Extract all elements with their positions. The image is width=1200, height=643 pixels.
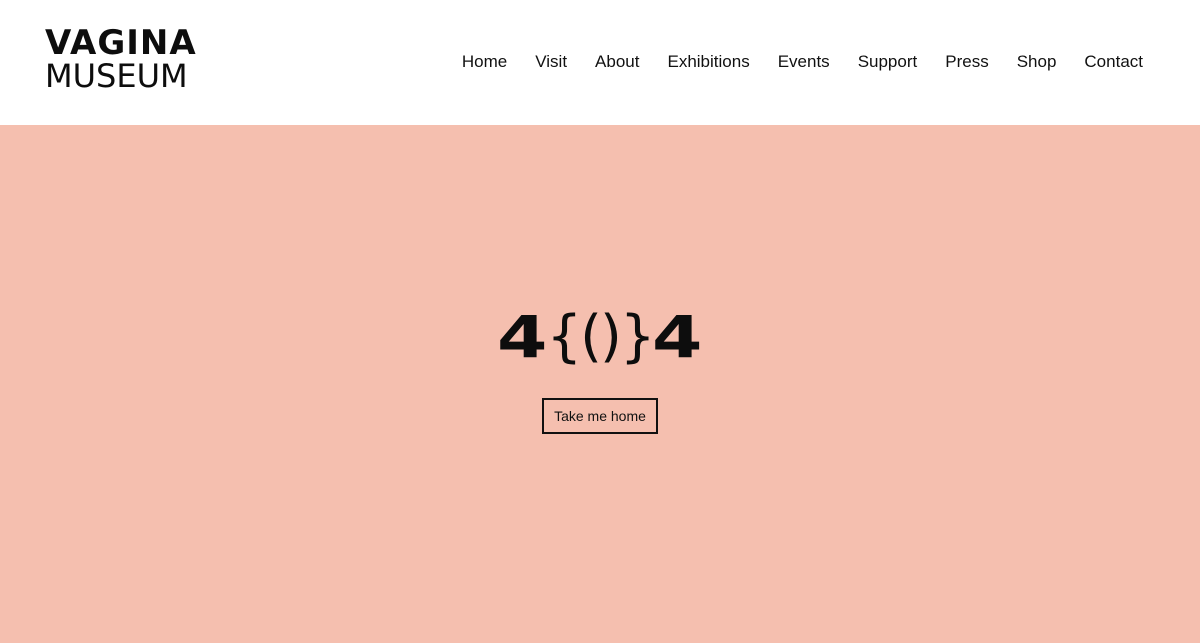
logo-line-museum: MUSEUM — [45, 57, 188, 95]
nav-item-visit[interactable]: Visit — [535, 50, 567, 74]
error-bracket-symbol: {()} — [546, 304, 656, 369]
nav-item-exhibitions[interactable]: Exhibitions — [667, 50, 749, 74]
error-code-404: 4{()}4 — [0, 303, 1200, 371]
nav-item-home[interactable]: Home — [462, 50, 507, 74]
main-navigation: Home Visit About Exhibitions Events Supp… — [462, 50, 1143, 74]
nav-item-events[interactable]: Events — [778, 50, 830, 74]
nav-item-shop[interactable]: Shop — [1017, 50, 1057, 74]
error-digit-left: 4 — [497, 303, 548, 371]
site-logo[interactable]: VAGINA MUSEUM — [45, 26, 205, 93]
nav-item-about[interactable]: About — [595, 50, 639, 74]
error-section: 4{()}4 Take me home — [0, 125, 1200, 643]
site-header: VAGINA MUSEUM Home Visit About Exhibitio… — [0, 0, 1200, 125]
logo-line-vagina: VAGINA — [45, 23, 197, 63]
nav-item-contact[interactable]: Contact — [1084, 50, 1143, 74]
nav-item-press[interactable]: Press — [945, 50, 988, 74]
nav-item-support[interactable]: Support — [858, 50, 918, 74]
take-me-home-button[interactable]: Take me home — [542, 398, 658, 434]
error-digit-right: 4 — [652, 303, 703, 371]
